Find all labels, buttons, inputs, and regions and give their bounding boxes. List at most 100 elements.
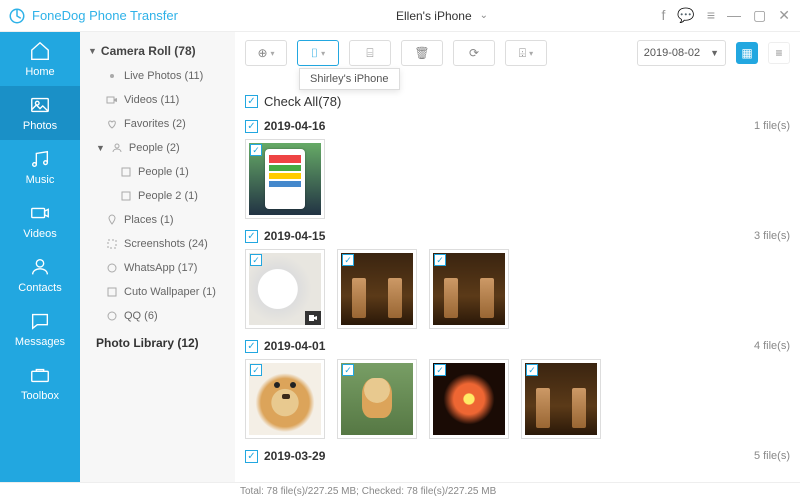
sidebar-people-2[interactable]: People 2 (1) xyxy=(80,184,235,208)
main-nav: Home Photos Music Videos Contacts Messag… xyxy=(0,32,80,482)
sidebar-favorites[interactable]: Favorites (2) xyxy=(80,112,235,136)
photo-thumbnail[interactable] xyxy=(245,359,325,439)
plus-icon: ⊕ xyxy=(257,46,267,60)
check-icon xyxy=(342,364,354,376)
checkbox-icon xyxy=(245,340,258,353)
nav-toolbox-label: Toolbox xyxy=(21,390,59,402)
photo-thumbnail[interactable] xyxy=(521,359,601,439)
people-icon xyxy=(111,142,123,154)
nav-videos[interactable]: Videos xyxy=(0,194,80,248)
list-view-button[interactable]: ≡ xyxy=(768,42,790,64)
check-icon xyxy=(434,364,446,376)
sidebar-photo-library[interactable]: Photo Library (12) xyxy=(80,328,235,356)
logo-icon xyxy=(8,7,26,25)
photo-group: 2019-04-15 3 file(s) xyxy=(245,229,790,329)
device-selector[interactable]: Ellen's iPhone ⌄ xyxy=(388,9,488,23)
sidebar-qq[interactable]: QQ (6) xyxy=(80,304,235,328)
delete-button[interactable]: 🗑 xyxy=(401,40,443,66)
grid-view-button[interactable]: ▦ xyxy=(736,42,758,64)
group-date: 2019-04-01 xyxy=(264,339,325,353)
close-icon[interactable]: ✕ xyxy=(778,7,790,24)
photos-icon xyxy=(29,94,51,116)
check-icon xyxy=(342,254,354,266)
group-count: 3 file(s) xyxy=(754,230,790,242)
messages-icon xyxy=(29,310,51,332)
check-icon xyxy=(250,254,262,266)
refresh-icon: ⟳ xyxy=(469,46,479,60)
heart-icon xyxy=(106,118,118,130)
window-controls: f 💬 ≡ — ▢ ✕ xyxy=(662,7,800,24)
check-all[interactable]: Check All(78) xyxy=(245,94,790,109)
person-icon xyxy=(120,166,132,178)
group-date: 2019-03-29 xyxy=(264,449,325,463)
photo-thumbnail[interactable] xyxy=(429,359,509,439)
photo-thumbnail[interactable] xyxy=(245,249,325,329)
video-badge-icon xyxy=(305,311,321,325)
screenshot-icon xyxy=(106,238,118,250)
list-icon: ≡ xyxy=(775,46,782,60)
group-count: 1 file(s) xyxy=(754,120,790,132)
nav-contacts[interactable]: Contacts xyxy=(0,248,80,302)
nav-music[interactable]: Music xyxy=(0,140,80,194)
check-icon xyxy=(526,364,538,376)
sidebar-screenshots[interactable]: Screenshots (24) xyxy=(80,232,235,256)
app-logo: FoneDog Phone Transfer xyxy=(0,7,178,25)
phone-icon: ⌷ xyxy=(311,46,318,61)
app-title: FoneDog Phone Transfer xyxy=(32,8,178,23)
sidebar-live-photos[interactable]: Live Photos (11) xyxy=(80,64,235,88)
export-to-device-button[interactable]: ⌷ xyxy=(297,40,339,66)
trash-icon: 🗑 xyxy=(414,46,429,60)
checkbox-icon xyxy=(245,230,258,243)
group-header[interactable]: 2019-04-16 1 file(s) xyxy=(245,119,790,133)
nav-home-label: Home xyxy=(25,66,54,78)
minimize-icon[interactable]: — xyxy=(727,7,741,24)
grid-icon: ▦ xyxy=(741,46,752,60)
device-name: Ellen's iPhone xyxy=(396,9,472,23)
nav-photos[interactable]: Photos xyxy=(0,86,80,140)
briefcase-icon: ⌹ xyxy=(519,46,526,61)
check-icon xyxy=(434,254,446,266)
pin-icon xyxy=(106,214,118,226)
nav-toolbox[interactable]: Toolbox xyxy=(0,356,80,410)
titlebar: FoneDog Phone Transfer Ellen's iPhone ⌄ … xyxy=(0,0,800,32)
sparkle-icon xyxy=(106,70,118,82)
sidebar-videos[interactable]: Videos (11) xyxy=(80,88,235,112)
group-date: 2019-04-16 xyxy=(264,119,325,133)
feedback-icon[interactable]: 💬 xyxy=(677,7,694,24)
nav-messages-label: Messages xyxy=(15,336,65,348)
sidebar-cuto[interactable]: Cuto Wallpaper (1) xyxy=(80,280,235,304)
check-icon xyxy=(250,364,262,376)
person-icon xyxy=(120,190,132,202)
group-header[interactable]: 2019-03-29 5 file(s) xyxy=(245,449,790,463)
nav-messages[interactable]: Messages xyxy=(0,302,80,356)
sidebar-people-1[interactable]: People (1) xyxy=(80,160,235,184)
photo-thumbnail[interactable] xyxy=(337,249,417,329)
sidebar-camera-roll[interactable]: ▼Camera Roll (78) xyxy=(80,38,235,64)
album-icon xyxy=(106,286,118,298)
nav-videos-label: Videos xyxy=(23,228,56,240)
sidebar-people[interactable]: ▼People (2) xyxy=(80,136,235,160)
checkbox-icon xyxy=(245,95,258,108)
camera-roll-label: Camera Roll (78) xyxy=(101,44,196,58)
export-to-pc-button[interactable]: ⌸ xyxy=(349,40,391,66)
photo-thumbnail[interactable] xyxy=(337,359,417,439)
nav-contacts-label: Contacts xyxy=(18,282,61,294)
menu-icon[interactable]: ≡ xyxy=(707,7,715,24)
qq-icon xyxy=(106,310,118,322)
sidebar-places[interactable]: Places (1) xyxy=(80,208,235,232)
maximize-icon[interactable]: ▢ xyxy=(753,7,766,24)
more-button[interactable]: ⌹ xyxy=(505,40,547,66)
facebook-icon[interactable]: f xyxy=(662,7,666,24)
refresh-button[interactable]: ⟳ xyxy=(453,40,495,66)
nav-home[interactable]: Home xyxy=(0,32,80,86)
photo-thumbnail[interactable] xyxy=(429,249,509,329)
group-header[interactable]: 2019-04-15 3 file(s) xyxy=(245,229,790,243)
date-filter[interactable]: 2019-08-02▼ xyxy=(637,40,726,66)
photo-thumbnail[interactable] xyxy=(245,139,325,219)
add-button[interactable]: ⊕ xyxy=(245,40,287,66)
group-header[interactable]: 2019-04-01 4 file(s) xyxy=(245,339,790,353)
photo-group: 2019-03-29 5 file(s) xyxy=(245,449,790,463)
sidebar-whatsapp[interactable]: WhatsApp (17) xyxy=(80,256,235,280)
group-count: 4 file(s) xyxy=(754,340,790,352)
group-date: 2019-04-15 xyxy=(264,229,325,243)
